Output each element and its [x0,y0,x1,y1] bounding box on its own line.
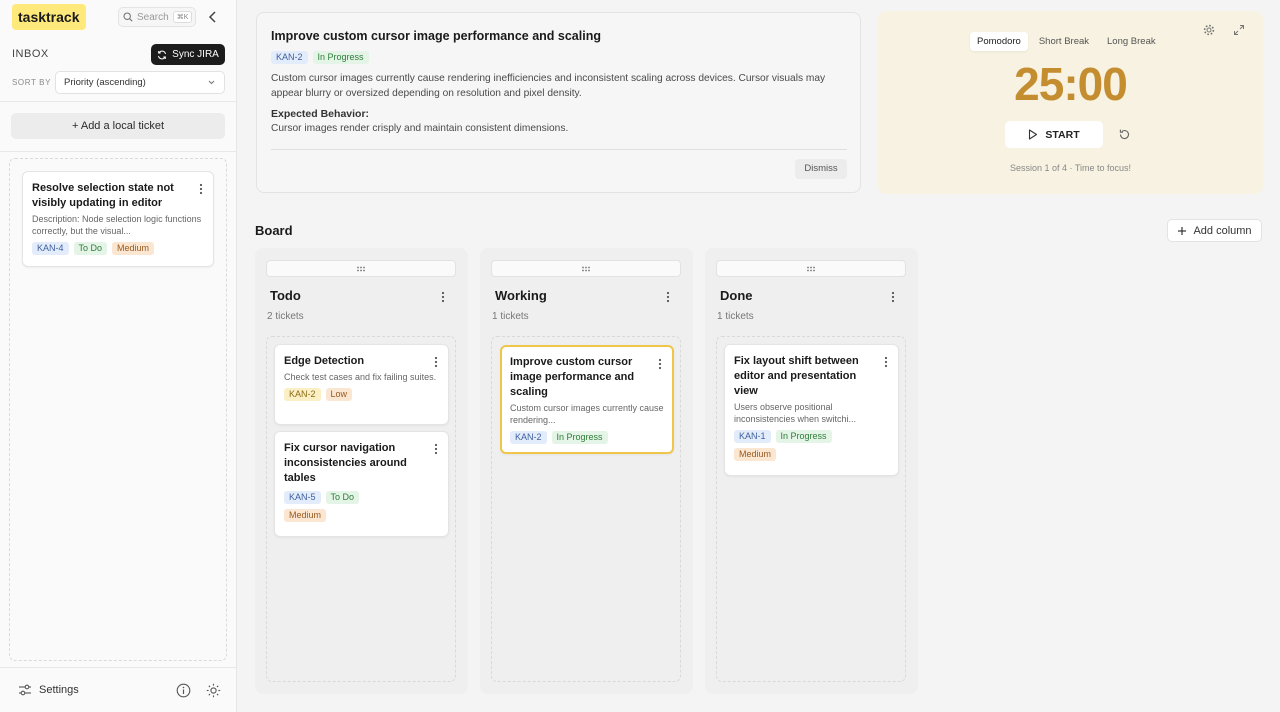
ticket-description: Description: Node selection logic functi… [32,214,202,236]
ticket-key-badge: KAN-1 [734,430,771,443]
ticket-title: Fix cursor navigation inconsistencies ar… [284,442,407,484]
more-options-icon[interactable] [199,183,203,195]
add-column-button[interactable]: Add column [1167,219,1262,242]
status-badge: In Progress [312,51,369,64]
ticket-description: Custom cursor images currently cause ren… [510,403,664,425]
column-title: Working [495,288,547,303]
chevron-down-icon [207,78,216,87]
column-menu-icon[interactable] [441,291,445,303]
info-icon[interactable] [176,683,191,698]
more-options-icon[interactable] [884,356,888,368]
search-button[interactable]: Search ⌘K [118,7,196,27]
ticket-title: Fix layout shift between editor and pres… [734,355,859,397]
ticket-description: Check test cases and fix failing suites. [284,372,437,382]
more-options-icon[interactable] [434,443,438,455]
ticket-key-badge: KAN-2 [510,431,547,444]
tab-long-break[interactable]: Long Break [1100,32,1163,51]
search-icon [123,12,133,22]
theme-toggle-sun-icon[interactable] [206,683,221,698]
pomodoro-timer: Pomodoro Short Break Long Break 25:00 ST… [878,11,1263,194]
column-ticket-count: 1 tickets [492,311,529,322]
ticket-card[interactable]: Fix cursor navigation inconsistencies ar… [274,431,449,537]
expand-icon[interactable] [1233,24,1245,36]
column-title: Done [720,288,753,303]
inbox-ticket-card[interactable]: Resolve selection state not visibly upda… [22,171,214,267]
column-menu-icon[interactable] [666,291,670,303]
ticket-key-badge: KAN-4 [32,242,69,255]
priority-badge: Medium [284,509,327,522]
timer-display: 25:00 [1014,58,1128,110]
ticket-description: Users observe positional inconsistencies… [734,402,857,424]
priority-badge: Medium [734,448,777,461]
status-badge: In Progress [551,431,608,444]
column-menu-icon[interactable] [891,291,895,303]
ticket-card-selected[interactable]: Improve custom cursor image performance … [500,345,674,454]
search-label: Search [137,11,169,23]
search-shortcut: ⌘K [172,11,193,23]
divider [0,151,237,152]
column-ticket-count: 2 tickets [267,311,304,322]
status-badge: To Do [73,242,108,255]
play-icon [1028,129,1038,140]
column-title: Todo [270,288,301,303]
divider [271,149,847,150]
sync-icon [157,50,167,60]
start-label: START [1045,128,1080,141]
sort-by-label: SORT BY [12,78,52,87]
ticket-title: Resolve selection state not visibly upda… [32,182,174,209]
drag-handle-icon[interactable] [716,260,906,277]
tab-short-break[interactable]: Short Break [1032,32,1096,51]
board-title: Board [255,223,293,238]
ticket-title: Edge Detection [284,355,365,367]
ticket-detail-panel: Improve custom cursor image performance … [256,12,861,193]
timer-mode-tabs: Pomodoro Short Break Long Break [970,32,1163,51]
app-logo[interactable]: tasktrack [12,4,86,30]
add-column-label: Add column [1193,224,1252,237]
drag-handle-icon[interactable] [266,260,456,277]
inbox-title: INBOX [12,48,49,60]
sort-select-value: Priority (ascending) [64,77,146,88]
add-local-ticket-button[interactable]: + Add a local ticket [11,113,225,139]
tab-pomodoro[interactable]: Pomodoro [970,32,1028,51]
sort-select[interactable]: Priority (ascending) [55,71,225,94]
ticket-card[interactable]: Edge Detection Check test cases and fix … [274,344,449,425]
detail-title: Improve custom cursor image performance … [271,29,601,43]
expected-behavior-label: Expected Behavior: [271,108,370,120]
reset-icon[interactable] [1118,128,1131,141]
sync-jira-button[interactable]: Sync JIRA [151,44,225,65]
board-column-working: Working 1 tickets Improve custom cursor … [480,248,693,694]
ticket-key-badge: KAN-5 [284,491,321,504]
sidebar-footer: Settings [0,667,237,712]
gear-icon[interactable] [1203,24,1215,36]
more-options-icon[interactable] [434,356,438,368]
dismiss-button[interactable]: Dismiss [795,159,847,179]
priority-badge: Medium [112,242,155,255]
more-options-icon[interactable] [658,358,662,370]
detail-description: Custom cursor images currently cause ren… [271,73,826,99]
sync-jira-label: Sync JIRA [172,49,219,60]
collapse-sidebar-icon[interactable] [205,9,221,25]
priority-badge: Low [325,388,353,401]
drag-handle-icon[interactable] [491,260,681,277]
ticket-card[interactable]: Fix layout shift between editor and pres… [724,344,899,476]
plus-icon [1177,226,1187,236]
ticket-title: Improve custom cursor image performance … [510,356,635,398]
sidebar: tasktrack Search ⌘K INBOX Sync JIRA SORT… [0,0,237,712]
status-badge: To Do [325,491,360,504]
ticket-key-badge: KAN-2 [271,51,308,64]
sliders-icon [18,683,32,697]
divider [0,101,237,102]
ticket-key-badge: KAN-2 [284,388,321,401]
session-status: Session 1 of 4 · Time to focus! [1009,163,1132,173]
board-column-todo: Todo 2 tickets Edge Detection Check test… [255,248,468,694]
column-ticket-count: 1 tickets [717,311,754,322]
expected-behavior-text: Cursor images render crisply and maintai… [271,123,569,134]
board-column-done: Done 1 tickets Fix layout shift between … [705,248,918,694]
start-button[interactable]: START [1005,121,1103,148]
settings-label: Settings [39,684,79,696]
settings-button[interactable]: Settings [18,683,79,697]
status-badge: In Progress [775,430,832,443]
